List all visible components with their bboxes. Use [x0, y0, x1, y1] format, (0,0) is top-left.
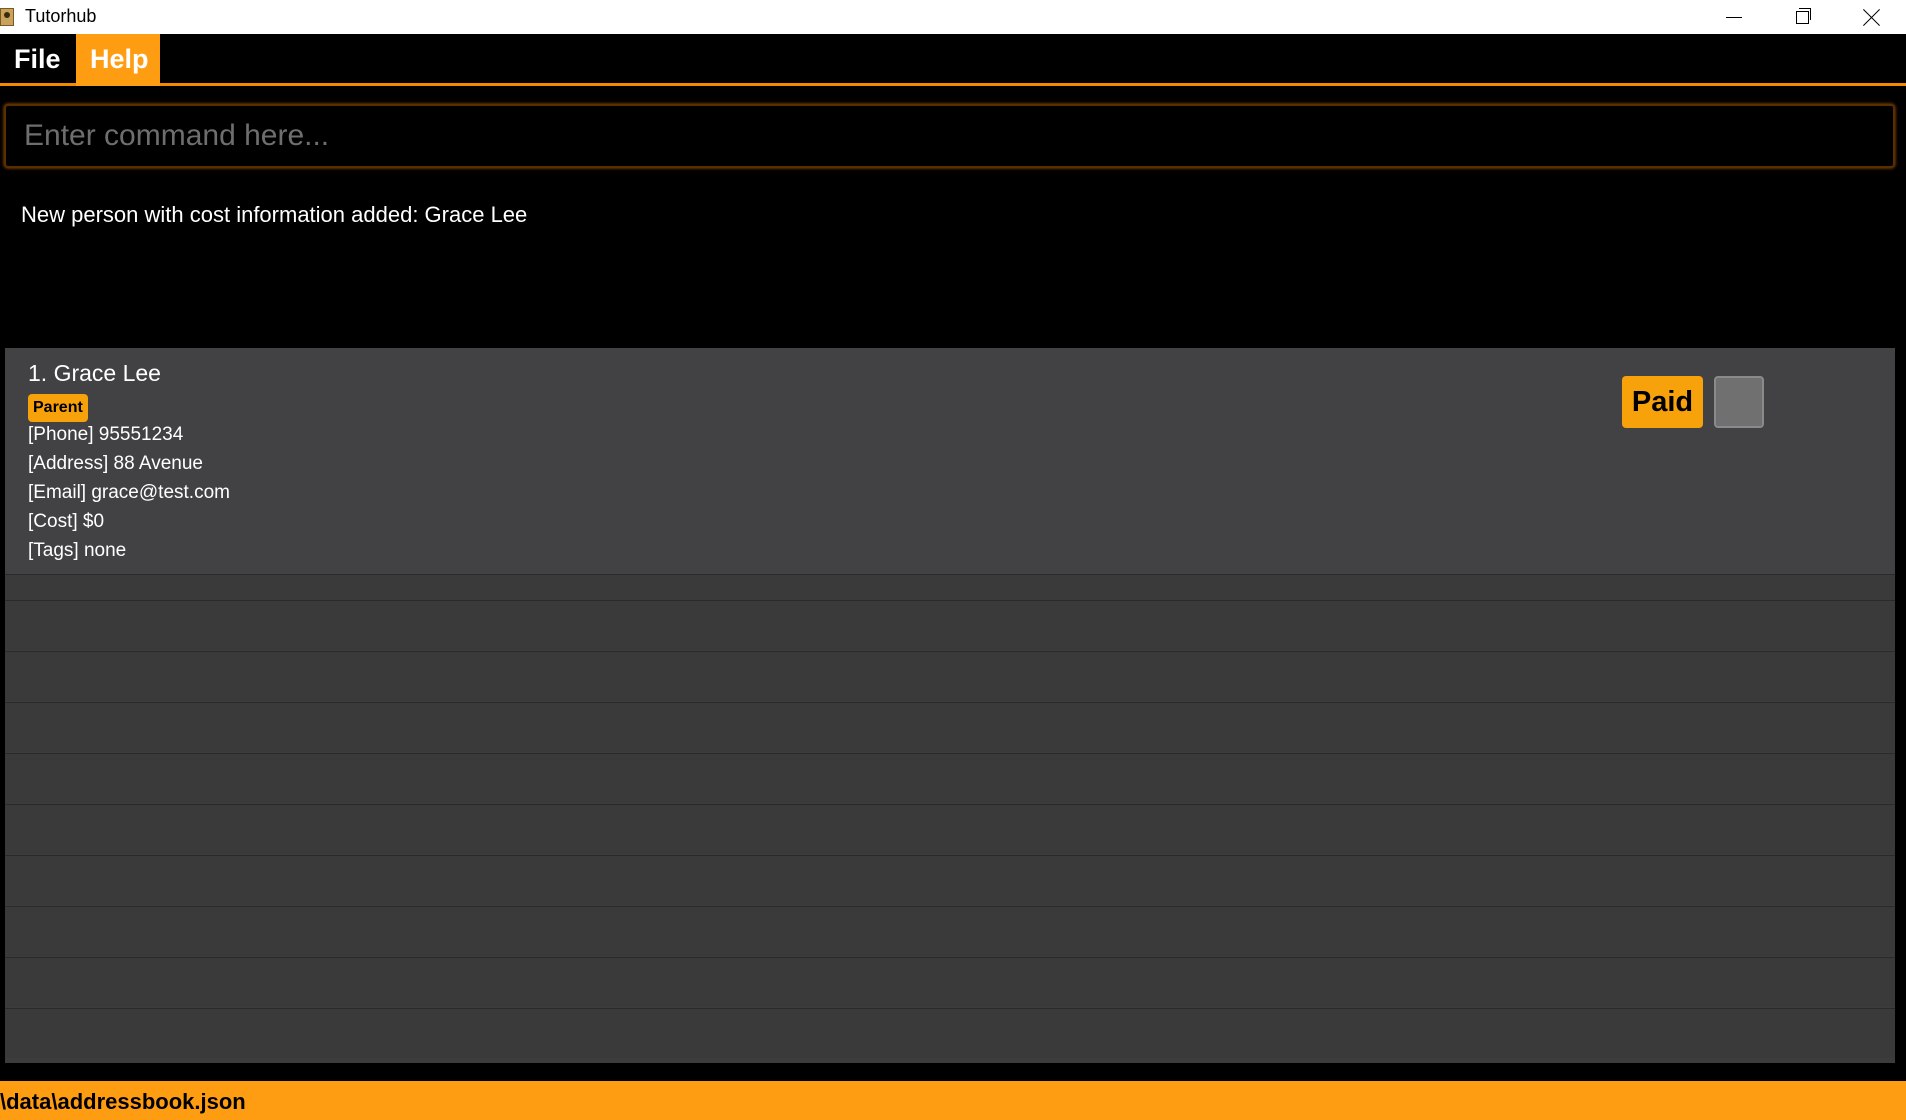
list-row — [5, 702, 1895, 752]
result-message: New person with cost information added: … — [21, 202, 528, 227]
list-row — [5, 906, 1895, 956]
person-address: [Address] 88 Avenue — [28, 453, 203, 474]
minimize-button[interactable] — [1700, 0, 1768, 34]
role-badge: Parent — [28, 394, 88, 422]
restore-icon — [1795, 7, 1811, 24]
paid-checkbox[interactable] — [1714, 376, 1764, 428]
title-bar: Tutorhub — [0, 0, 1906, 34]
close-button[interactable] — [1838, 0, 1906, 34]
menu-bar: File Help — [0, 34, 1906, 86]
minimize-icon — [1726, 16, 1742, 18]
paid-button[interactable]: Paid — [1622, 376, 1703, 428]
menu-help[interactable]: Help — [76, 34, 160, 86]
list-row — [5, 753, 1895, 803]
person-tags: [Tags] none — [28, 540, 127, 561]
person-list[interactable]: 1. Grace Lee Parent [Phone] 95551234 [Ad… — [5, 348, 1895, 1063]
list-row — [5, 957, 1895, 1007]
person-card[interactable]: 1. Grace Lee Parent [Phone] 95551234 [Ad… — [5, 348, 1895, 574]
person-name: 1. Grace Lee — [28, 360, 161, 386]
list-row — [5, 855, 1895, 905]
restore-button[interactable] — [1768, 0, 1836, 34]
close-icon — [1863, 8, 1881, 26]
list-row — [5, 651, 1895, 701]
menu-file[interactable]: File — [0, 34, 76, 86]
list-row — [5, 600, 1895, 650]
list-row — [5, 804, 1895, 854]
person-cost: [Cost] $0 — [28, 511, 105, 532]
person-phone: [Phone] 95551234 — [28, 424, 184, 445]
status-bar: \data\addressbook.json — [0, 1081, 1906, 1120]
window-title: Tutorhub — [25, 6, 97, 26]
person-email: [Email] grace@test.com — [28, 482, 230, 503]
list-row — [5, 1008, 1895, 1058]
app-icon — [0, 8, 14, 26]
command-input[interactable] — [4, 104, 1895, 168]
file-path: \data\addressbook.json — [0, 1089, 246, 1114]
list-row — [5, 574, 1895, 600]
